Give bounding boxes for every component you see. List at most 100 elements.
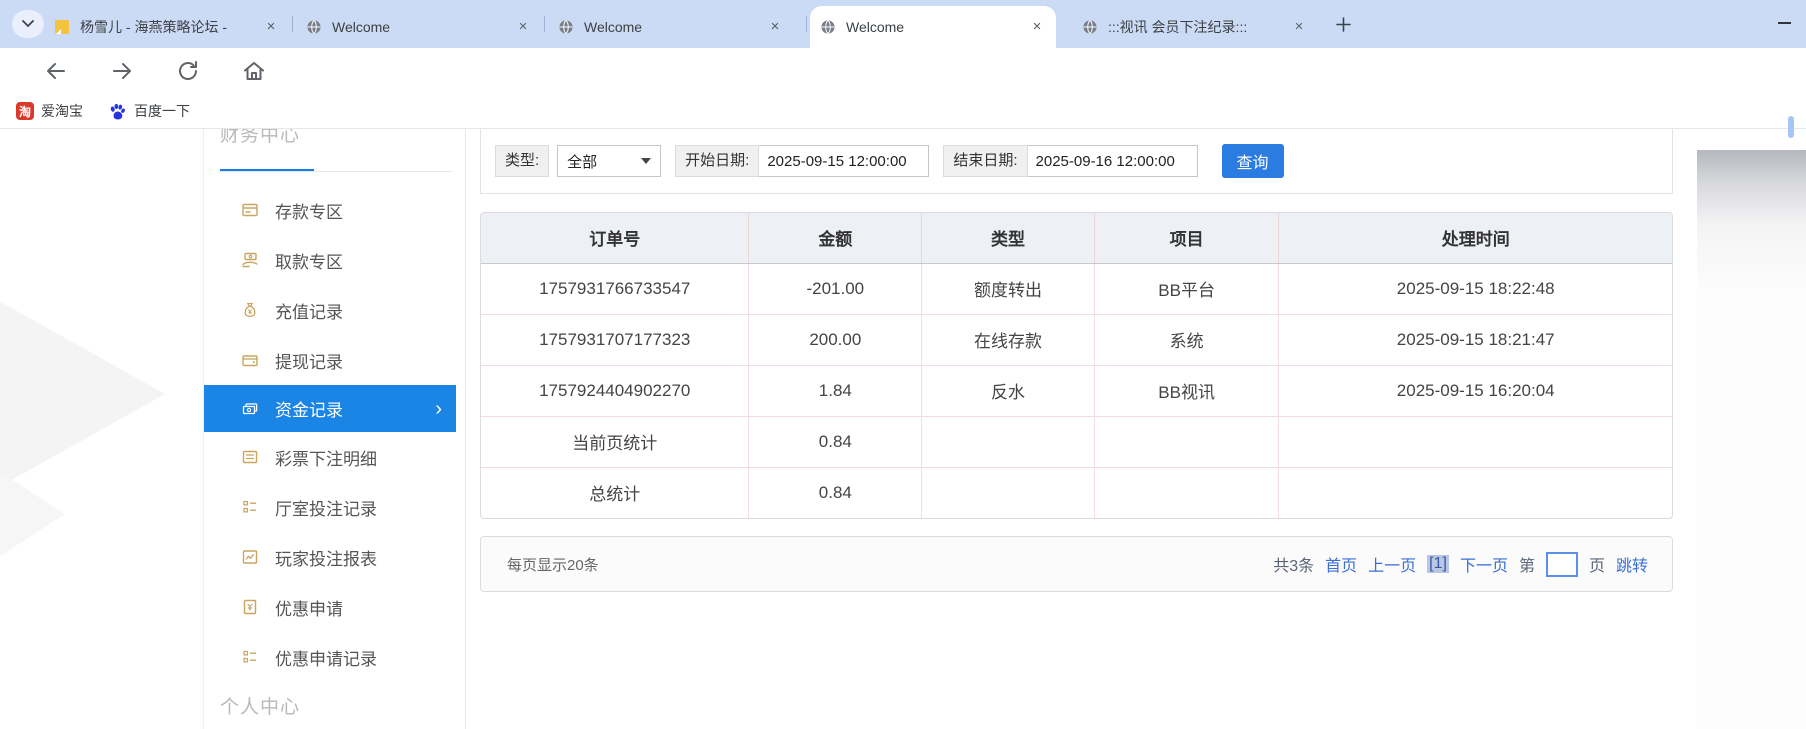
tab-close-icon[interactable]: × [1290, 18, 1308, 36]
tab-title: 杨雪儿 - 海燕策略论坛 - [80, 19, 227, 35]
cell-amount: 1.84 [748, 365, 923, 417]
checklist-icon [243, 500, 256, 513]
browser-tab-4-active[interactable]: Welcome × [810, 6, 1056, 48]
globe-favicon-icon [1083, 20, 1097, 34]
cell-order-no: 1757931766733547 [481, 263, 750, 315]
table-row: 1757924404902270 1.84 反水 BB视讯 2025-09-15… [481, 365, 1672, 417]
jump-page-input[interactable] [1545, 551, 1578, 577]
sidebar-menu: 存款专区 取款专区 充值记录 提现记录 资金记录 › 彩票下注明细 厅室投注记录… [204, 185, 467, 682]
start-date-input[interactable] [759, 145, 930, 177]
cell-process-time: 2025-09-15 18:22:48 [1278, 263, 1672, 315]
cell-amount: 0.84 [748, 416, 923, 468]
report-chart-icon [242, 550, 258, 564]
sidebar-item-promo-apply[interactable]: 优惠申请 [204, 582, 467, 632]
new-tab-button[interactable] [1332, 13, 1355, 36]
back-icon[interactable] [44, 59, 68, 83]
bookmark-taobao[interactable]: 淘 爱淘宝 [16, 100, 83, 122]
cell-type: 在线存款 [921, 314, 1095, 366]
list-icon [242, 450, 258, 464]
web-page: 财务中心 存款专区 取款专区 充值记录 提现记录 资金记录 › 彩票下注明细 厅… [0, 129, 1806, 729]
bookmarks-bar: 淘 爱淘宝 百度一下 [0, 94, 1806, 129]
browser-tab-2[interactable]: Welcome × [296, 6, 542, 48]
sidebar-section-finance: 财务中心 [220, 129, 301, 146]
sidebar-section-personal: 个人中心 [220, 697, 301, 718]
jump-suffix-text: 页 [1588, 558, 1605, 575]
reload-icon[interactable] [176, 59, 200, 83]
scrollbar-thumb[interactable] [1788, 116, 1794, 138]
forward-icon[interactable] [110, 59, 134, 83]
end-date-input[interactable] [1027, 145, 1198, 177]
browser-tab-3[interactable]: Welcome × [548, 6, 794, 48]
start-date-label: 开始日期: [675, 145, 760, 177]
globe-favicon-icon [307, 20, 321, 34]
bookmark-baidu[interactable]: 百度一下 [108, 100, 190, 122]
funds-records-table-card: 订单号 金额 类型 项目 处理时间 1757931766733547 -201.… [480, 212, 1673, 519]
sidebar-item-player-bet-report[interactable]: 玩家投注报表 [204, 532, 467, 582]
page-right-decoration [1697, 150, 1806, 729]
chevron-right-icon: › [435, 397, 442, 420]
tab-close-icon[interactable]: × [766, 18, 784, 36]
chevron-down-icon [22, 20, 34, 28]
browser-tab-5[interactable]: :::视讯 会员下注纪录::: × [1072, 6, 1318, 48]
first-page-link[interactable]: 首页 [1325, 552, 1357, 576]
cell-summary-label: 当前页统计 [481, 416, 750, 468]
funds-records-table: 订单号 金额 类型 项目 处理时间 1757931766733547 -201.… [481, 213, 1672, 518]
tab-title: :::视讯 会员下注纪录::: [1108, 19, 1248, 35]
sidebar-item-withdraw[interactable]: 取款专区 [204, 235, 467, 285]
sidebar-item-promo-apply-records[interactable]: 优惠申请记录 [204, 632, 467, 682]
sidebar-item-withdrawal-records[interactable]: 提现记录 [204, 335, 467, 385]
watermark-triangle [0, 459, 65, 569]
cell-order-no: 1757931707177323 [481, 314, 750, 366]
cell-project: BB视讯 [1094, 365, 1280, 417]
cell-type: 反水 [921, 365, 1095, 417]
tab-close-icon[interactable]: × [262, 18, 280, 36]
query-button[interactable]: 查询 [1221, 144, 1284, 178]
cell-process-time: 2025-09-15 16:20:04 [1278, 365, 1672, 417]
col-header-project: 项目 [1094, 213, 1280, 264]
table-row: 1757931707177323 200.00 在线存款 系统 2025-09-… [481, 314, 1672, 366]
chevron-down-icon [641, 158, 652, 164]
cell-amount: 0.84 [748, 467, 923, 518]
funds-records-icon [242, 402, 258, 414]
sidebar-item-label: 资金记录 [275, 401, 343, 420]
baidu-paw-icon [110, 103, 125, 119]
next-page-link[interactable]: 下一页 [1460, 552, 1508, 576]
tab-separator [292, 16, 293, 32]
tab-search-button[interactable] [12, 10, 44, 38]
promo-list-icon [243, 650, 256, 663]
tab-title: Welcome [584, 19, 643, 35]
tab-separator [544, 16, 545, 32]
cell-amount: 200.00 [748, 314, 923, 366]
tab-title: Welcome [332, 19, 391, 35]
col-header-process-time: 处理时间 [1278, 213, 1672, 264]
sidebar-item-lottery-bet-detail[interactable]: 彩票下注明细 [204, 432, 467, 482]
type-label: 类型: [495, 145, 550, 177]
sidebar-item-funds-records[interactable]: 资金记录 › [204, 385, 456, 432]
current-page-indicator[interactable]: [1] [1427, 555, 1449, 573]
table-row: 1757931766733547 -201.00 额度转出 BB平台 2025-… [481, 263, 1672, 315]
col-header-order-no: 订单号 [481, 213, 750, 264]
sidebar-item-label: 提现记录 [275, 352, 343, 372]
window-minimize-button[interactable] [1778, 22, 1791, 24]
home-icon[interactable] [242, 59, 266, 83]
tab-close-icon[interactable]: × [1028, 18, 1046, 36]
col-header-type: 类型 [921, 213, 1095, 264]
sidebar-item-label: 存款专区 [275, 202, 343, 222]
bookmark-label: 爱淘宝 [41, 103, 83, 119]
sidebar-item-room-bet-records[interactable]: 厅室投注记录 [204, 482, 467, 532]
filter-bar: 类型: 全部 开始日期: 结束日期: 查询 [480, 129, 1673, 194]
tab-separator [806, 16, 807, 32]
prev-page-link[interactable]: 上一页 [1368, 552, 1416, 576]
jump-button[interactable]: 跳转 [1616, 552, 1648, 576]
tab-title: Welcome [846, 19, 905, 35]
type-select[interactable]: 全部 [557, 145, 662, 177]
sidebar-item-deposit[interactable]: 存款专区 [204, 185, 467, 235]
sidebar-item-recharge-records[interactable]: 充值记录 [204, 285, 467, 335]
tab-close-icon[interactable]: × [514, 18, 532, 36]
browser-tab-1[interactable]: 杨雪儿 - 海燕策略论坛 - × [44, 6, 290, 48]
sidebar-item-label: 充值记录 [275, 302, 343, 322]
total-count-text: 共3条 [1273, 558, 1315, 575]
user-center-sidebar: 财务中心 存款专区 取款专区 充值记录 提现记录 资金记录 › 彩票下注明细 厅… [203, 129, 466, 729]
tab-strip: 杨雪儿 - 海燕策略论坛 - × Welcome × Welcome × Wel… [0, 0, 1806, 48]
taobao-icon: 淘 [16, 102, 34, 120]
